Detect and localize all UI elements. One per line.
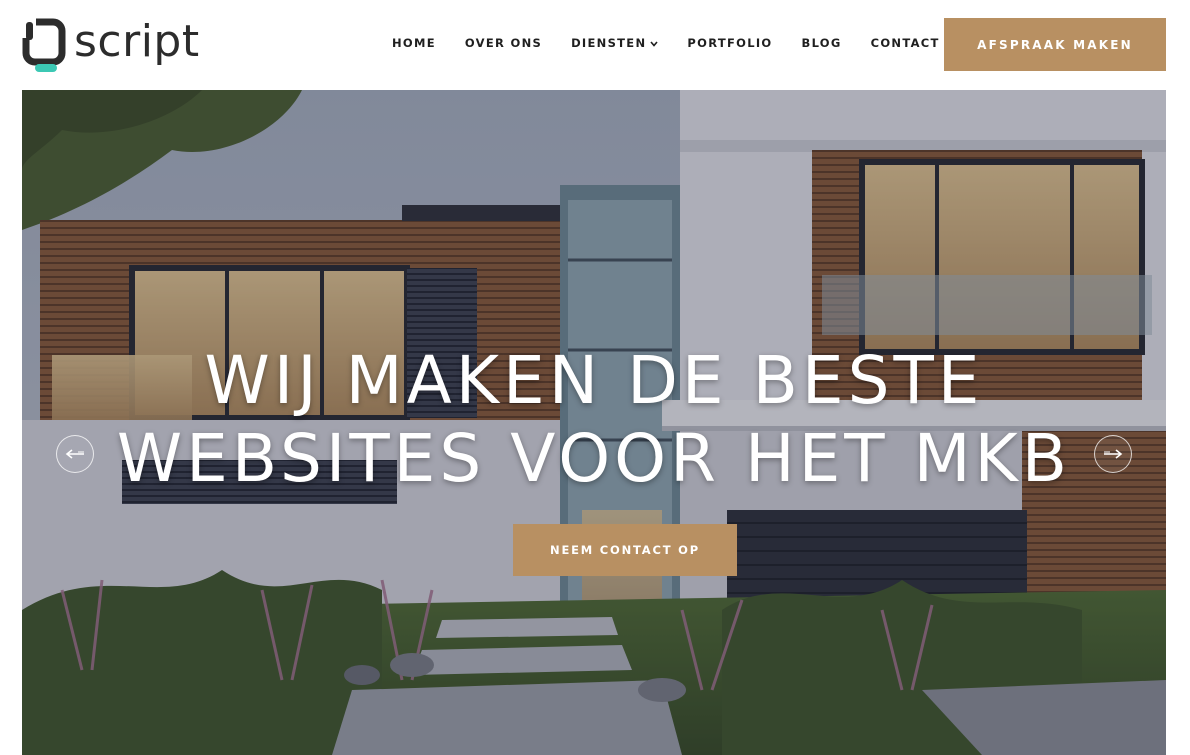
hero-headline-line-2: WEBSITES VOOR HET MKB — [116, 420, 1072, 497]
nav-item-diensten-label: DIENSTEN — [571, 36, 647, 50]
hero-headline: WIJ MAKEN DE BESTE WEBSITES VOOR HET MKB — [22, 342, 1166, 498]
logo[interactable]: script — [22, 16, 214, 74]
nav-item-portfolio[interactable]: PORTFOLIO — [687, 36, 772, 50]
nav-item-contact[interactable]: CONTACT — [871, 36, 940, 50]
nav-item-over-ons[interactable]: OVER ONS — [465, 36, 542, 50]
nav-item-home[interactable]: HOME — [392, 36, 436, 50]
neem-contact-op-button[interactable]: NEEM CONTACT OP — [513, 524, 737, 576]
slider-next-button[interactable] — [1094, 435, 1132, 473]
logo-wordmark: script — [74, 16, 200, 67]
site-header: script HOME OVER ONS DIENSTEN PORTFOLIO … — [0, 0, 1190, 90]
nav-item-diensten[interactable]: DIENSTEN — [571, 36, 658, 50]
slider-prev-button[interactable] — [56, 435, 94, 473]
arrow-left-icon — [65, 449, 84, 459]
arrow-right-icon — [1104, 449, 1123, 459]
hero-headline-line-1: WIJ MAKEN DE BESTE — [204, 342, 984, 419]
main-nav: HOME OVER ONS DIENSTEN PORTFOLIO BLOG CO… — [392, 0, 940, 86]
nav-item-blog[interactable]: BLOG — [802, 36, 842, 50]
logo-mark-icon — [22, 18, 66, 72]
hero-slider: WIJ MAKEN DE BESTE WEBSITES VOOR HET MKB… — [22, 90, 1166, 755]
chevron-down-icon — [650, 41, 658, 47]
afspraak-maken-button[interactable]: AFSPRAAK MAKEN — [944, 18, 1166, 71]
